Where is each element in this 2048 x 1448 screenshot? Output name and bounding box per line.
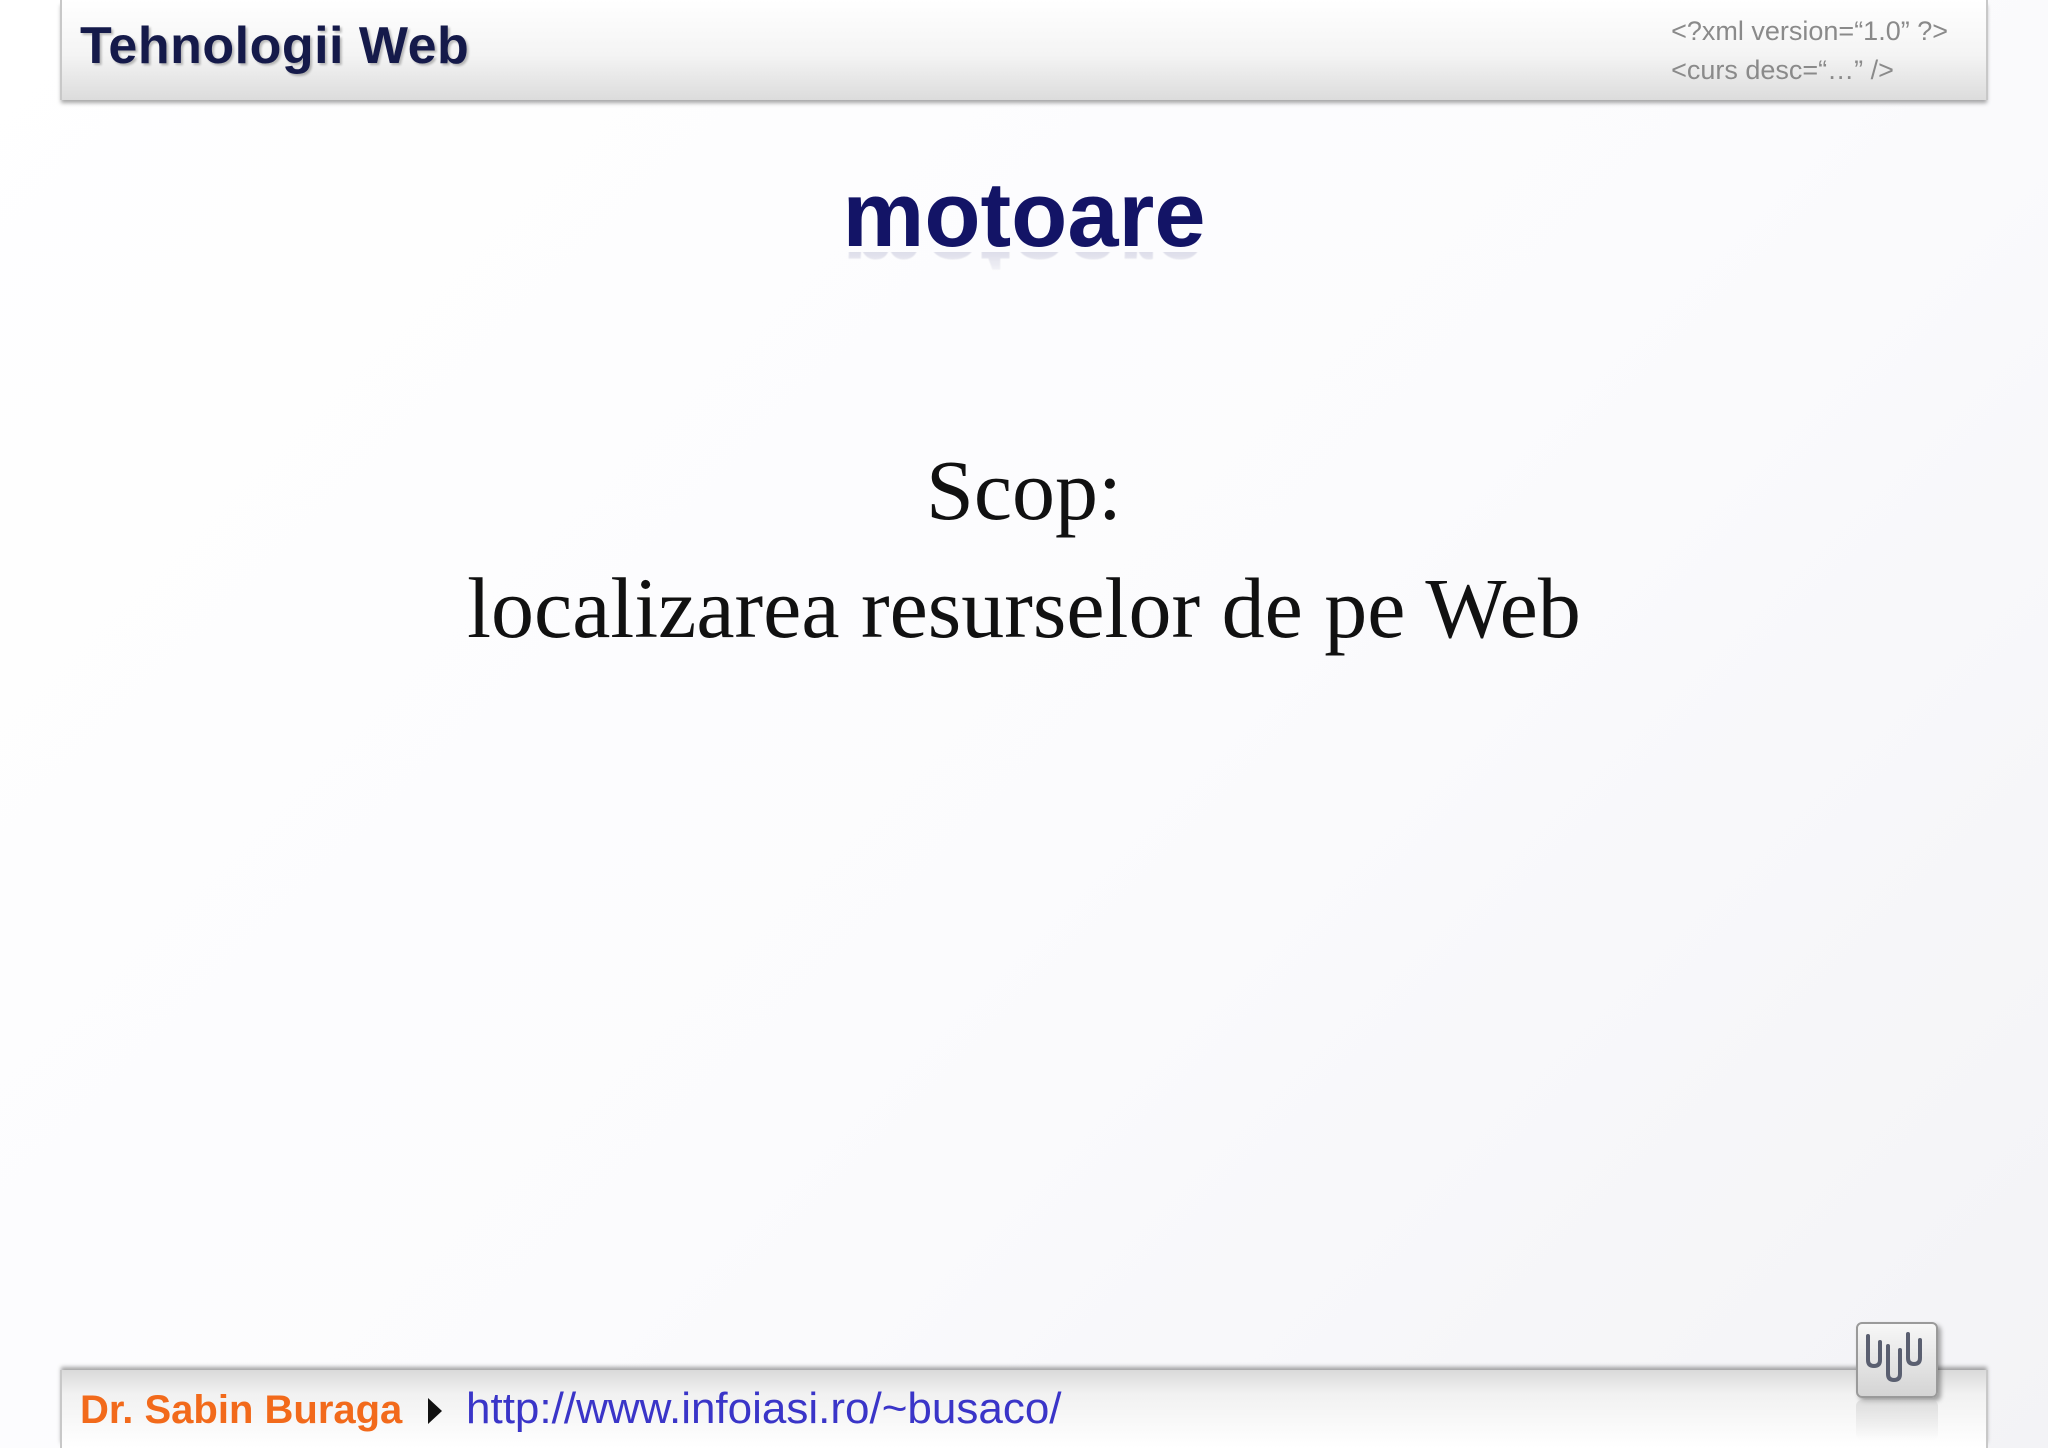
header-code-line-2: <curs desc=“…” />	[1671, 55, 1894, 85]
www-logo-icon	[1856, 1322, 1938, 1398]
footer-bar: Dr. Sabin Buraga http://www.infoiasi.ro/…	[60, 1370, 1988, 1448]
play-triangle-icon	[428, 1398, 442, 1424]
header-code-line-1: <?xml version=“1.0” ?>	[1671, 16, 1948, 46]
slide-title-reflection: motoare	[0, 252, 2048, 342]
slide-title-reflection-text: motoare	[843, 252, 1206, 296]
subtitle-line-1: Scop:	[926, 442, 1122, 538]
header-title: Tehnologii Web	[80, 17, 470, 75]
subtitle-line-2: localizarea resurselor de pe Web	[467, 560, 1581, 656]
header-bar: Tehnologii Web <?xml version=“1.0” ?> <c…	[60, 0, 1988, 100]
footer-author: Dr. Sabin Buraga	[80, 1388, 403, 1432]
logo-reflection	[1856, 1400, 1938, 1440]
footer-url-link[interactable]: http://www.infoiasi.ro/~busaco/	[466, 1384, 1062, 1434]
header-code-snippet: <?xml version=“1.0” ?> <curs desc=“…” />	[1671, 12, 1948, 90]
